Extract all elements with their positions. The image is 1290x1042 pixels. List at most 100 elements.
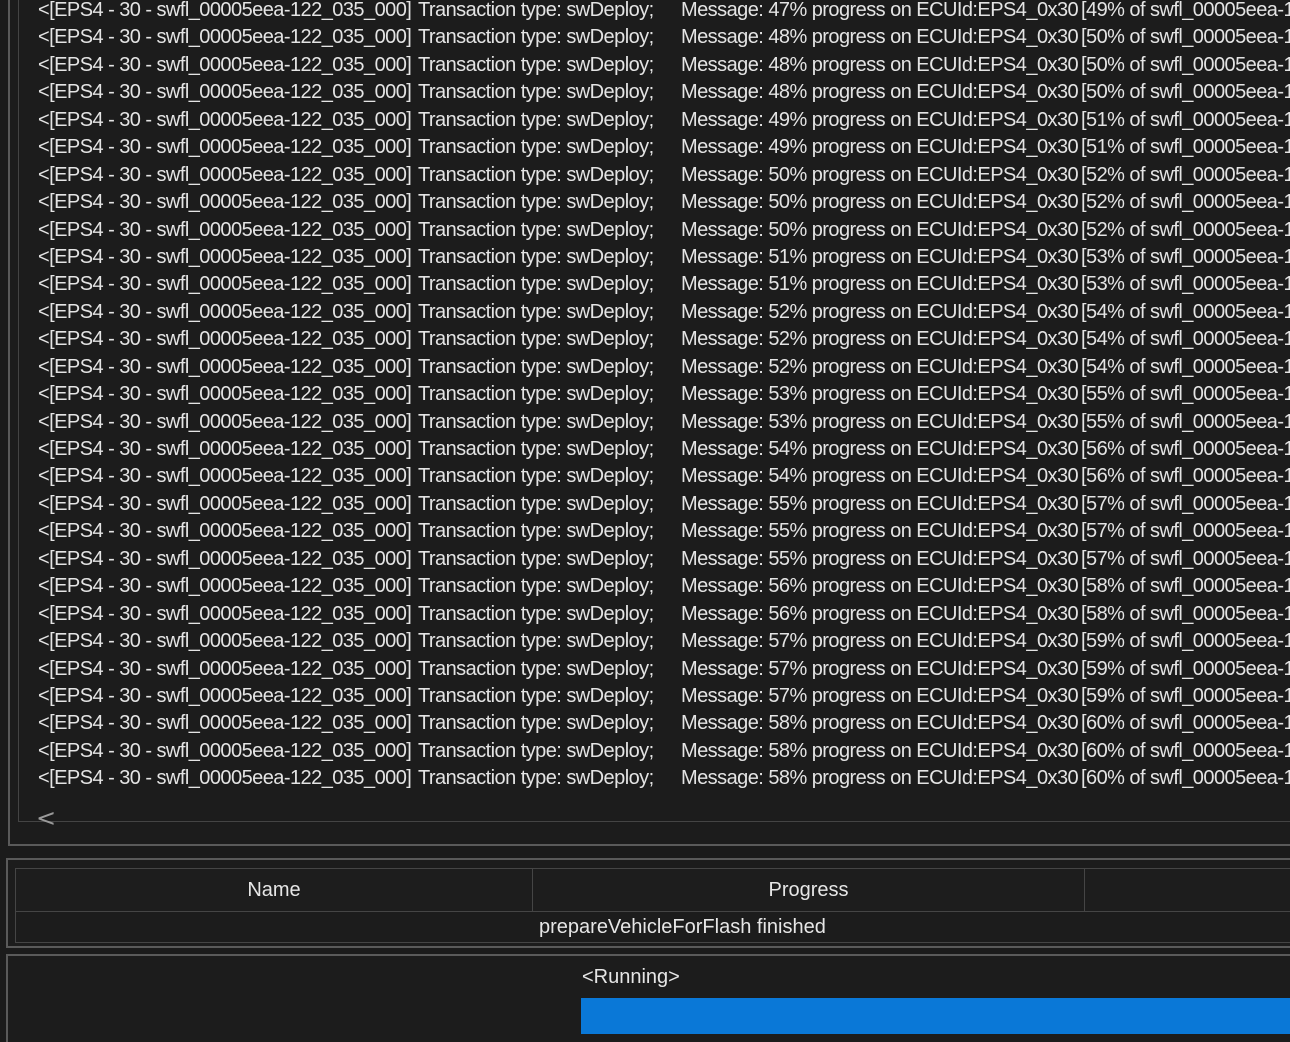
log-line-segment: [59% of swfl_00005eea-1 [1081,630,1290,653]
progress-bar [581,998,1290,1034]
log-line-segment: [58% of swfl_00005eea-1 [1081,602,1290,625]
log-line-segment: <[EPS4 - 30 - swfl_00005eea-122_035_000] [38,328,412,351]
log-line-segment: Transaction type: swDeploy; [418,53,654,76]
log-line-segment: Transaction type: swDeploy; [418,575,654,598]
table-row[interactable]: prepareVehicleForFlash finished [15,911,1290,943]
log-line-segment: Transaction type: swDeploy; [418,136,654,159]
log-line-segment: <[EPS4 - 30 - swfl_00005eea-122_035_000] [38,163,412,186]
log-line-segment: Transaction type: swDeploy; [418,465,654,488]
log-line-segment: Message: 48% progress on ECUId:EPS4_0x30 [681,53,1079,76]
log-line-segment: [52% of swfl_00005eea-1 [1081,191,1290,214]
log-line-segment: Message: 55% progress on ECUId:EPS4_0x30 [681,520,1079,543]
flash-tool-window: <[EPS4 - 30 - swfl_00005eea-122_035_000]… [0,0,1290,1042]
scroll-left-arrow-icon[interactable]: < [36,804,56,832]
log-line-segment: Message: 48% progress on ECUId:EPS4_0x30 [681,81,1079,104]
log-line-segment: <[EPS4 - 30 - swfl_00005eea-122_035_000] [38,410,412,433]
log-line-segment: [49% of swfl_00005eea-1 [1081,0,1290,21]
log-line-segment: Message: 51% progress on ECUId:EPS4_0x30 [681,245,1079,268]
log-line-segment: Message: 50% progress on ECUId:EPS4_0x30 [681,163,1079,186]
log-line-segment: <[EPS4 - 30 - swfl_00005eea-122_035_000] [38,657,412,680]
log-line-segment: Transaction type: swDeploy; [418,218,654,241]
log-line-segment: <[EPS4 - 30 - swfl_00005eea-122_035_000] [38,739,412,762]
running-status-label: <Running> [582,966,680,988]
log-line-segment: Transaction type: swDeploy; [418,273,654,296]
log-line-segment: Transaction type: swDeploy; [418,0,654,21]
log-line-segment: <[EPS4 - 30 - swfl_00005eea-122_035_000] [38,136,412,159]
log-line-segment: Transaction type: swDeploy; [418,657,654,680]
log-line-segment: [52% of swfl_00005eea-1 [1081,218,1290,241]
log-line-segment: [60% of swfl_00005eea-1 [1081,712,1290,735]
log-line-segment: Transaction type: swDeploy; [418,547,654,570]
log-line-segment: Message: 47% progress on ECUId:EPS4_0x30 [681,0,1079,21]
log-line-segment: [60% of swfl_00005eea-1 [1081,767,1290,790]
log-line-segment: <[EPS4 - 30 - swfl_00005eea-122_035_000] [38,191,412,214]
column-header-progress[interactable]: Progress [532,868,1085,912]
log-line-segment: [56% of swfl_00005eea-1 [1081,465,1290,488]
log-line-segment: Transaction type: swDeploy; [418,767,654,790]
log-line-segment: [53% of swfl_00005eea-1 [1081,245,1290,268]
log-line-segment: Message: 50% progress on ECUId:EPS4_0x30 [681,218,1079,241]
column-header-name[interactable]: Name [15,868,533,912]
log-line-segment: Transaction type: swDeploy; [418,438,654,460]
log-line-segment: <[EPS4 - 30 - swfl_00005eea-122_035_000] [38,438,412,460]
log-line-segment: <[EPS4 - 30 - swfl_00005eea-122_035_000] [38,712,412,735]
log-line-segment: Message: 52% progress on ECUId:EPS4_0x30 [681,328,1079,351]
log-line-segment: <[EPS4 - 30 - swfl_00005eea-122_035_000] [38,218,412,241]
log-line-segment: Message: 54% progress on ECUId:EPS4_0x30 [681,465,1079,488]
log-panel: <[EPS4 - 30 - swfl_00005eea-122_035_000]… [8,0,1290,846]
log-line-segment: [54% of swfl_00005eea-1 [1081,355,1290,378]
log-line-segment: Transaction type: swDeploy; [418,492,654,515]
log-line-segment: Transaction type: swDeploy; [418,410,654,433]
log-line-segment: Message: 52% progress on ECUId:EPS4_0x30 [681,300,1079,323]
log-line-segment: [59% of swfl_00005eea-1 [1081,657,1290,680]
log-line-segment: Transaction type: swDeploy; [418,630,654,653]
log-line-segment: <[EPS4 - 30 - swfl_00005eea-122_035_000] [38,383,412,406]
log-line-segment: [56% of swfl_00005eea-1 [1081,438,1290,460]
log-line-segment: <[EPS4 - 30 - swfl_00005eea-122_035_000] [38,520,412,543]
log-viewport[interactable]: <[EPS4 - 30 - swfl_00005eea-122_035_000]… [18,0,1290,822]
log-line-segment: Transaction type: swDeploy; [418,300,654,323]
log-line-segment: <[EPS4 - 30 - swfl_00005eea-122_035_000] [38,273,412,296]
log-line-segment: Transaction type: swDeploy; [418,712,654,735]
log-line-segment: [55% of swfl_00005eea-1 [1081,410,1290,433]
log-line-segment: Message: 53% progress on ECUId:EPS4_0x30 [681,410,1079,433]
log-line-segment: <[EPS4 - 30 - swfl_00005eea-122_035_000] [38,245,412,268]
log-line-segment: [51% of swfl_00005eea-1 [1081,108,1290,131]
log-line-segment: Message: 56% progress on ECUId:EPS4_0x30 [681,602,1079,625]
column-header-extra[interactable] [1084,868,1290,912]
log-line-segment: [60% of swfl_00005eea-1 [1081,739,1290,762]
log-line-segment: [50% of swfl_00005eea-1 [1081,26,1290,49]
log-line-segment: Message: 56% progress on ECUId:EPS4_0x30 [681,575,1079,598]
log-line-segment: [53% of swfl_00005eea-1 [1081,273,1290,296]
log-line-segment: Transaction type: swDeploy; [418,245,654,268]
log-line-segment: Transaction type: swDeploy; [418,383,654,406]
log-line-segment: [54% of swfl_00005eea-1 [1081,300,1290,323]
log-line-segment: Transaction type: swDeploy; [418,108,654,131]
log-line-segment: <[EPS4 - 30 - swfl_00005eea-122_035_000] [38,575,412,598]
log-line-segment: [50% of swfl_00005eea-1 [1081,53,1290,76]
task-table: Name Progress prepareVehicleForFlash fin… [15,868,1290,943]
task-status-text: prepareVehicleForFlash finished [15,911,1290,943]
log-line-segment: Transaction type: swDeploy; [418,739,654,762]
log-line-segment: Message: 52% progress on ECUId:EPS4_0x30 [681,355,1079,378]
log-line-segment: Message: 55% progress on ECUId:EPS4_0x30 [681,492,1079,515]
task-table-header: Name Progress [15,868,1290,912]
log-line-segment: [57% of swfl_00005eea-1 [1081,547,1290,570]
log-line-segment: <[EPS4 - 30 - swfl_00005eea-122_035_000] [38,602,412,625]
log-line-segment: Transaction type: swDeploy; [418,191,654,214]
log-line-segment: Transaction type: swDeploy; [418,602,654,625]
log-line-segment: Message: 58% progress on ECUId:EPS4_0x30 [681,767,1079,790]
log-line-segment: <[EPS4 - 30 - swfl_00005eea-122_035_000] [38,81,412,104]
log-line-segment: Message: 50% progress on ECUId:EPS4_0x30 [681,191,1079,214]
log-line-segment: <[EPS4 - 30 - swfl_00005eea-122_035_000] [38,630,412,653]
log-line-segment: Transaction type: swDeploy; [418,328,654,351]
log-line-segment: Message: 51% progress on ECUId:EPS4_0x30 [681,273,1079,296]
log-line-segment: <[EPS4 - 30 - swfl_00005eea-122_035_000] [38,547,412,570]
log-line-segment: Transaction type: swDeploy; [418,81,654,104]
log-line-segment: [59% of swfl_00005eea-1 [1081,684,1290,707]
log-line-segment: <[EPS4 - 30 - swfl_00005eea-122_035_000] [38,26,412,49]
log-line-segment: <[EPS4 - 30 - swfl_00005eea-122_035_000] [38,767,412,790]
status-panel: <Running> [6,954,1290,1042]
log-line-segment: [58% of swfl_00005eea-1 [1081,575,1290,598]
log-line-segment: [50% of swfl_00005eea-1 [1081,81,1290,104]
